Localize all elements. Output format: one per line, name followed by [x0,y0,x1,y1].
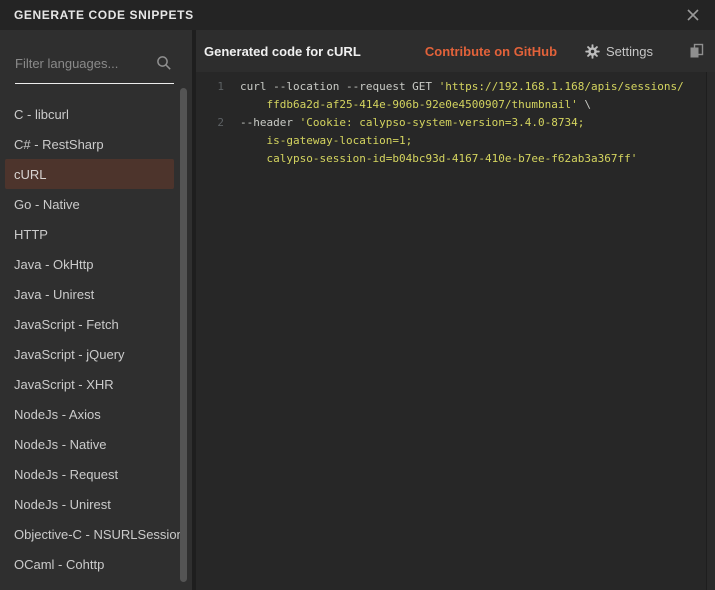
settings-button[interactable]: Settings [585,44,653,59]
language-item[interactable]: OCaml - Cohttp [5,549,174,579]
generate-code-snippets-dialog: GENERATE CODE SNIPPETS [0,0,715,590]
code-panel: Generated code for cURL Contribute on Gi… [196,30,715,590]
gear-icon [585,44,600,59]
language-item[interactable]: C# - RestSharp [5,129,174,159]
language-item[interactable]: NodeJs - Native [5,429,174,459]
code-lines: 1 curl --location --request GET 'https:/… [196,78,715,168]
language-item[interactable]: HTTP [5,219,174,249]
filter-languages-input[interactable] [15,56,145,71]
filter-languages-field [15,44,174,84]
language-item-label: HTTP [14,227,48,242]
language-item-label: C# - RestSharp [14,137,104,152]
language-item[interactable]: NodeJs - Axios [5,399,174,429]
language-item-label: Java - OkHttp [14,257,93,272]
search-icon [156,55,172,71]
language-item-label: NodeJs - Native [14,437,106,452]
line-content: curl --location --request GET 'https://1… [224,78,684,96]
line-number [196,96,224,114]
dialog-titlebar: GENERATE CODE SNIPPETS [0,0,715,30]
language-item[interactable]: Java - OkHttp [5,249,174,279]
language-item[interactable]: C - libcurl [5,99,174,129]
generated-code-heading: Generated code for cURL [204,44,361,59]
language-item-label: JavaScript - XHR [14,377,114,392]
generated-code-view: 1 curl --location --request GET 'https:/… [196,72,715,590]
close-icon [686,8,700,22]
line-content: ffdb6a2d-af25-414e-906b-92e0e4500907/thu… [224,96,591,114]
line-number: 1 [196,78,224,96]
language-item-label: NodeJs - Unirest [14,497,111,512]
language-item[interactable]: Java - Unirest [5,279,174,309]
language-item-label: JavaScript - Fetch [14,317,119,332]
language-item-label: Objective-C - NSURLSession [14,527,184,542]
settings-label: Settings [606,44,653,59]
language-item-label: Java - Unirest [14,287,94,302]
language-item-label: OCaml - Cohttp [14,557,104,572]
code-line: 1 curl --location --request GET 'https:/… [196,78,715,96]
dialog-title: GENERATE CODE SNIPPETS [14,8,194,22]
language-list: C - libcurl C# - RestSharp cURL Go - Nat… [0,99,192,590]
close-button[interactable] [683,5,703,25]
language-item[interactable]: NodeJs - Unirest [5,489,174,519]
language-item[interactable]: JavaScript - XHR [5,369,174,399]
line-number [196,132,224,150]
code-line: is-gateway-location=1; [196,132,715,150]
language-item[interactable]: PHP - cURL [5,579,174,590]
sidebar-scrollbar-thumb[interactable] [180,88,187,582]
language-item-label: NodeJs - Axios [14,407,101,422]
language-item[interactable]: NodeJs - Request [5,459,174,489]
language-item-label: cURL [14,167,47,182]
code-line: 2 --header 'Cookie: calypso-system-versi… [196,114,715,132]
line-number [196,150,224,168]
code-scrollbar-track[interactable] [706,72,715,590]
code-line: ffdb6a2d-af25-414e-906b-92e0e4500907/thu… [196,96,715,114]
line-content: --header 'Cookie: calypso-system-version… [224,114,584,132]
language-item-label: JavaScript - jQuery [14,347,125,362]
line-content: is-gateway-location=1; [224,132,412,150]
language-sidebar: C - libcurl C# - RestSharp cURL Go - Nat… [0,30,196,590]
line-number: 2 [196,114,224,132]
language-item-label: NodeJs - Request [14,467,118,482]
language-item-label: C - libcurl [14,107,69,122]
language-item[interactable]: Objective-C - NSURLSession [5,519,174,549]
contribute-on-github-link[interactable]: Contribute on GitHub [425,44,557,59]
copy-icon [689,43,704,59]
copy-button[interactable] [689,43,704,59]
language-item[interactable]: JavaScript - jQuery [5,339,174,369]
line-content: calypso-session-id=b04bc93d-4167-410e-b7… [224,150,637,168]
code-panel-toolbar: Generated code for cURL Contribute on Gi… [196,30,715,72]
language-item[interactable]: Go - Native [5,189,174,219]
language-item[interactable]: JavaScript - Fetch [5,309,174,339]
language-item[interactable]: cURL [5,159,174,189]
code-line: calypso-session-id=b04bc93d-4167-410e-b7… [196,150,715,168]
language-item-label: PHP - cURL [14,587,85,590]
language-item-label: Go - Native [14,197,80,212]
